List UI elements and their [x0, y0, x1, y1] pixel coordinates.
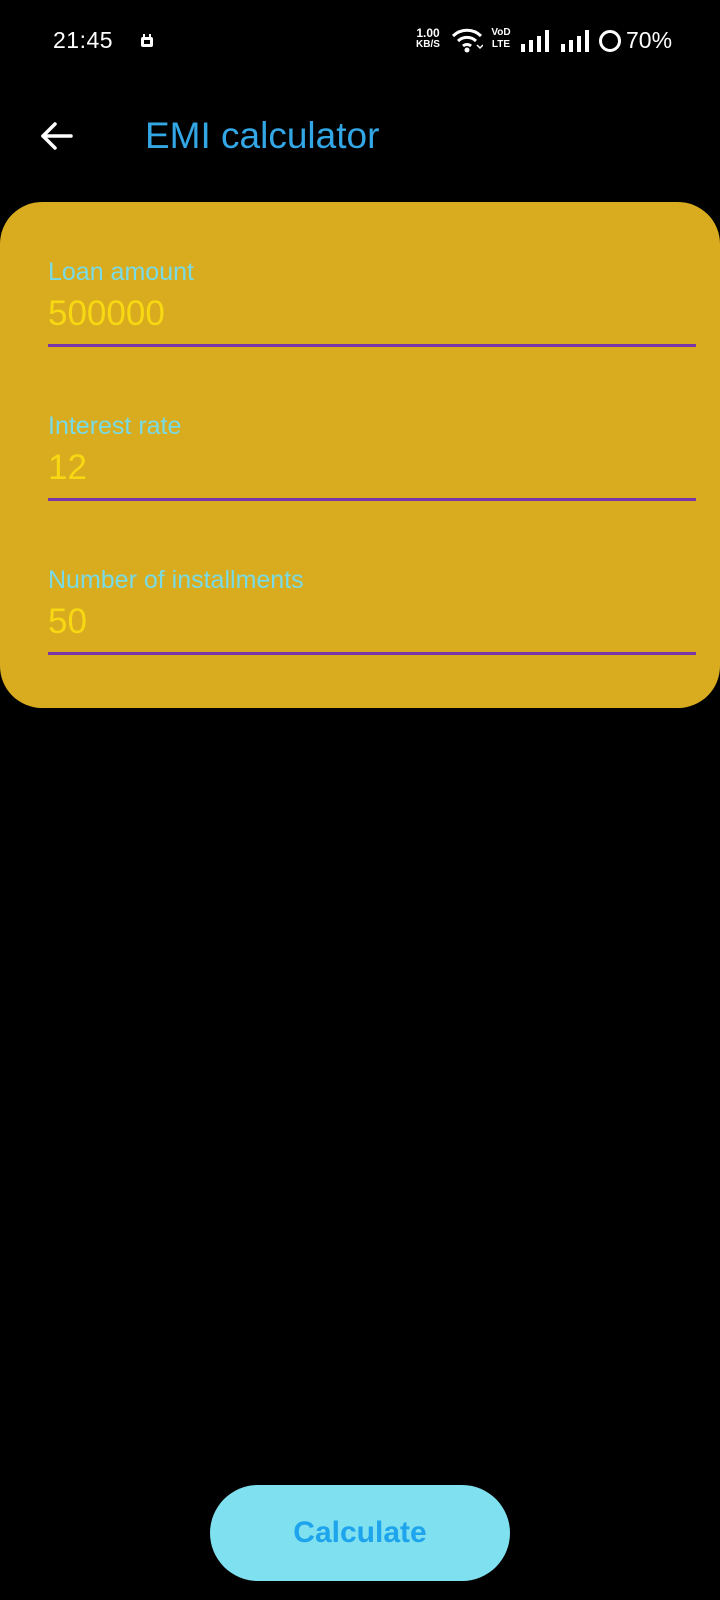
interest-rate-underline: [48, 498, 696, 501]
loan-amount-underline: [48, 344, 696, 347]
installments-input[interactable]: 50: [48, 602, 87, 642]
back-button[interactable]: [30, 110, 82, 162]
status-bar: 21:45 1.00 KB/S VoD LTE 70%: [0, 0, 720, 84]
volte-bottom: LTE: [491, 39, 511, 50]
volte-icon: VoD LTE: [489, 27, 513, 51]
installments-field[interactable]: Number of installments 50: [48, 566, 696, 666]
calculate-button[interactable]: Calculate: [210, 1485, 510, 1581]
loan-amount-label: Loan amount: [48, 258, 194, 286]
battery-icon: [599, 30, 621, 52]
loan-form-card: Loan amount 500000 Interest rate 12 Numb…: [0, 202, 720, 708]
network-speed: 1.00 KB/S: [411, 27, 445, 51]
installments-underline: [48, 652, 696, 655]
signal-icon: [521, 30, 549, 52]
page-title: EMI calculator: [145, 115, 380, 156]
wifi-icon: [451, 28, 483, 53]
installments-label: Number of installments: [48, 566, 304, 594]
status-time: 21:45: [53, 27, 114, 53]
notification-icon: [141, 34, 153, 47]
volte-top: VoD: [491, 27, 511, 38]
network-speed-unit: KB/S: [416, 39, 440, 50]
interest-rate-label: Interest rate: [48, 412, 182, 440]
app-toolbar: EMI calculator: [0, 96, 720, 180]
battery-percent: 70%: [626, 27, 673, 53]
loan-amount-field[interactable]: Loan amount 500000: [48, 258, 696, 358]
interest-rate-input[interactable]: 12: [48, 448, 87, 488]
interest-rate-field[interactable]: Interest rate 12: [48, 412, 696, 512]
network-speed-value: 1.00: [416, 26, 440, 40]
loan-amount-input[interactable]: 500000: [48, 294, 165, 334]
arrow-back-icon: [41, 122, 73, 150]
signal-icon-2: [561, 30, 589, 52]
